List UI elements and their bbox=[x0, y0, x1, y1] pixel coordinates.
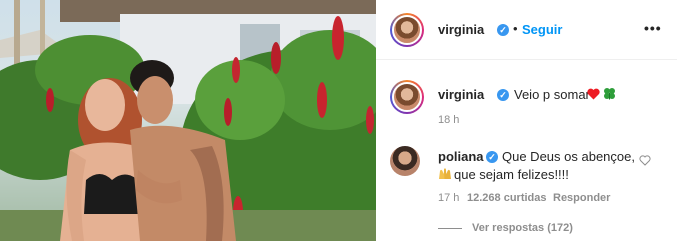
caption-username[interactable]: virginia bbox=[438, 87, 484, 102]
red-flower bbox=[224, 98, 232, 126]
caption-text: Veio p somar bbox=[514, 87, 590, 102]
verified-badge-icon: ✓ bbox=[497, 24, 509, 36]
comment-likes-count[interactable]: 12.268 curtidas bbox=[467, 192, 547, 204]
post-header: virginia ✓ • Seguir ••• bbox=[376, 0, 677, 60]
post-side-panel: virginia ✓ • Seguir ••• virginia ✓ Veio … bbox=[376, 0, 677, 241]
author-avatar[interactable] bbox=[390, 13, 424, 47]
red-heart-emoji-icon bbox=[587, 88, 600, 100]
red-flower bbox=[366, 106, 374, 134]
commenter-avatar[interactable] bbox=[390, 146, 420, 176]
follow-button[interactable]: Seguir bbox=[522, 22, 562, 37]
red-flower bbox=[271, 42, 281, 74]
reply-button[interactable]: Responder bbox=[553, 192, 610, 204]
author-username[interactable]: virginia bbox=[438, 22, 484, 37]
like-comment-heart-icon[interactable] bbox=[639, 155, 651, 166]
foliage-mid bbox=[195, 60, 285, 140]
raising-hands-emoji-icon bbox=[439, 168, 451, 179]
red-flower bbox=[332, 16, 344, 60]
post-photo[interactable] bbox=[0, 0, 376, 241]
verified-badge-icon: ✓ bbox=[497, 89, 509, 101]
view-replies-button[interactable]: Ver respostas (172) bbox=[472, 222, 573, 234]
separator-dot: • bbox=[513, 21, 518, 36]
comment-text-line2: que sejam felizes!!!! bbox=[454, 167, 569, 182]
more-options-icon[interactable]: ••• bbox=[644, 20, 662, 36]
red-flower bbox=[317, 82, 327, 118]
four-leaf-clover-emoji-icon bbox=[604, 88, 615, 100]
photo-scene bbox=[0, 0, 376, 241]
replies-divider bbox=[438, 228, 462, 229]
verified-badge-icon: ✓ bbox=[486, 151, 498, 163]
caption-avatar[interactable] bbox=[390, 80, 424, 114]
red-flower bbox=[232, 57, 240, 83]
comment-timestamp[interactable]: 17 h bbox=[438, 192, 459, 204]
red-flower bbox=[46, 88, 54, 112]
comment-username[interactable]: poliana bbox=[438, 149, 484, 164]
caption-timestamp[interactable]: 18 h bbox=[438, 114, 459, 126]
comment-text-line1: Que Deus os abençoe, bbox=[502, 149, 635, 164]
